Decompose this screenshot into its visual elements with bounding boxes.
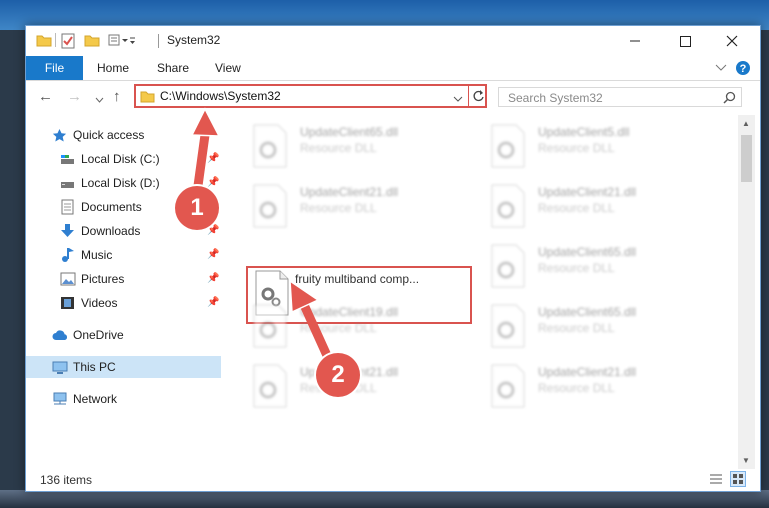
annotation-arrow-2 — [300, 302, 334, 365]
annotation-arrow-1 — [192, 130, 210, 198]
annotation-badge-1: 1 — [175, 186, 219, 230]
annotation-badge-2: 2 — [316, 353, 360, 397]
annotation-overlay — [190, 107, 334, 365]
annotation-arrowhead-1 — [190, 107, 221, 137]
